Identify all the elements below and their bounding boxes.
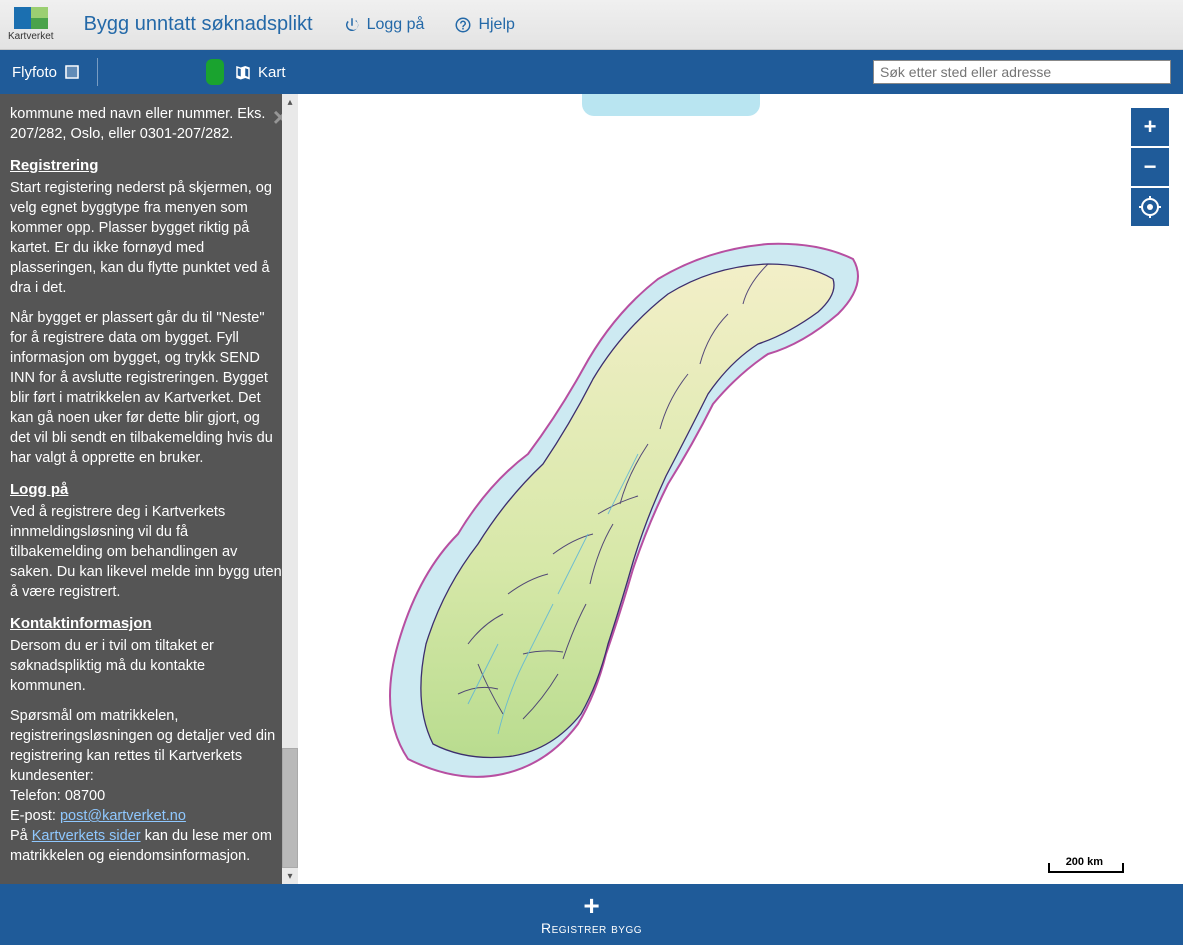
- heading-logg-pa: Logg på: [10, 480, 284, 500]
- help-label: Hjelp: [478, 16, 514, 34]
- kartverket-logo-icon: [14, 7, 48, 29]
- heading-kontakt: Kontaktinformasjon: [10, 614, 284, 634]
- kart-label: Kart: [258, 64, 286, 81]
- scale-bar: 200 km: [1048, 862, 1161, 874]
- map-canvas[interactable]: + − 200 km: [298, 94, 1183, 884]
- p-contact-2: Spørsmål om matrikkelen, registreringslø…: [10, 706, 284, 866]
- scale-label: 200 km: [1066, 856, 1103, 868]
- map-controls: + −: [1131, 108, 1169, 226]
- locate-button[interactable]: [1131, 188, 1169, 226]
- register-bygg-label: Registrer bygg: [541, 920, 642, 936]
- app-title: Bygg unntatt søknadsplikt: [84, 13, 313, 36]
- kart-toggle[interactable]: Kart: [234, 63, 286, 81]
- intro-fragment: kommune med navn eller nummer. Eks. 207/…: [10, 104, 284, 144]
- login-label: Logg på: [367, 16, 425, 34]
- p-reg-1: Start registering nederst på skjermen, o…: [10, 178, 284, 298]
- register-bygg-button[interactable]: + Registrer bygg: [0, 884, 1183, 945]
- flyfoto-label: Flyfoto: [12, 64, 57, 81]
- sidebar-content[interactable]: kommune med navn eller nummer. Eks. 207/…: [0, 94, 298, 884]
- basemap-toggle-track[interactable]: [114, 62, 224, 82]
- aerial-icon: [63, 63, 81, 81]
- help-icon: [454, 16, 472, 34]
- scrollbar-thumb[interactable]: [282, 748, 298, 868]
- scroll-up-icon[interactable]: ▴: [282, 94, 298, 110]
- help-button[interactable]: Hjelp: [454, 16, 514, 34]
- map-icon: [234, 63, 252, 81]
- divider: [97, 58, 98, 86]
- scrollbar-track[interactable]: ▴ ▾: [282, 94, 298, 884]
- p-contact-3a: På: [10, 828, 32, 844]
- login-button[interactable]: Logg på: [343, 16, 425, 34]
- power-icon: [343, 16, 361, 34]
- logo-caption: Kartverket: [8, 31, 54, 42]
- plus-icon: +: [583, 894, 599, 918]
- contact-email-label: E-post:: [10, 808, 60, 824]
- flyfoto-toggle[interactable]: Flyfoto: [12, 63, 81, 81]
- map-hint-badge: [582, 94, 760, 116]
- p-login: Ved å registrere deg i Kartverkets innme…: [10, 502, 284, 602]
- toggle-knob[interactable]: [206, 59, 224, 85]
- heading-registrering: Registrering: [10, 156, 284, 176]
- map-toolbar: Flyfoto Kart: [0, 50, 1183, 94]
- scroll-down-icon[interactable]: ▾: [282, 868, 298, 884]
- contact-email-link[interactable]: post@kartverket.no: [60, 808, 186, 824]
- locate-icon: [1138, 195, 1162, 219]
- zoom-in-button[interactable]: +: [1131, 108, 1169, 146]
- app-header: Kartverket Bygg unntatt søknadsplikt Log…: [0, 0, 1183, 50]
- norway-map-icon: [348, 194, 868, 814]
- search-input[interactable]: [873, 60, 1171, 84]
- p-contact-1: Dersom du er i tvil om tiltaket er søkna…: [10, 636, 284, 696]
- info-sidebar: × kommune med navn eller nummer. Eks. 20…: [0, 94, 298, 884]
- zoom-out-button[interactable]: −: [1131, 148, 1169, 186]
- logo[interactable]: Kartverket: [8, 7, 54, 42]
- main-area: × kommune med navn eller nummer. Eks. 20…: [0, 94, 1183, 884]
- p-reg-2: Når bygget er plassert går du til "Neste…: [10, 308, 284, 468]
- kartverket-link[interactable]: Kartverkets sider: [32, 828, 141, 844]
- p-contact-2a: Spørsmål om matrikkelen, registreringslø…: [10, 708, 275, 784]
- contact-phone: Telefon: 08700: [10, 788, 105, 804]
